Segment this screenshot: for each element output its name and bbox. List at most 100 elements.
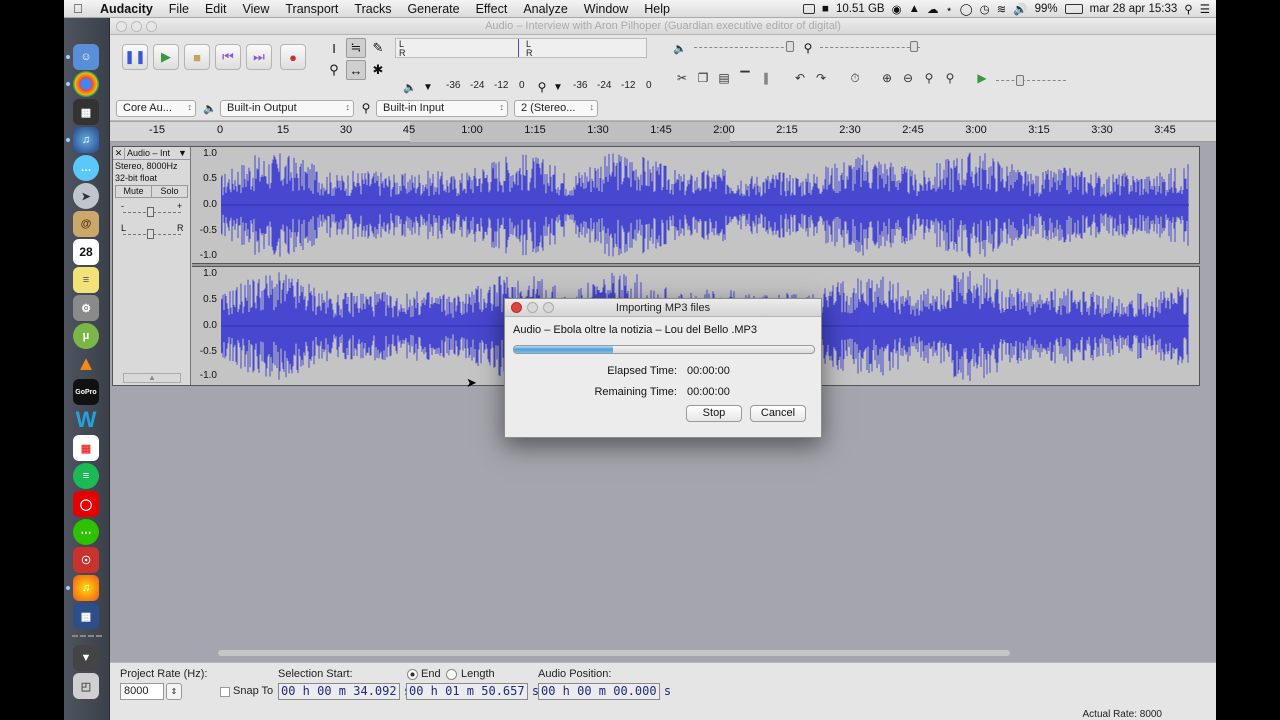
finder-icon[interactable]: ☺ bbox=[73, 44, 99, 70]
gauge-icon[interactable]: ◉ bbox=[892, 2, 902, 16]
envelope-tool-icon[interactable]: ≒ bbox=[346, 38, 366, 58]
record-button[interactable]: ● bbox=[280, 44, 306, 70]
copy-icon[interactable]: ❐ bbox=[693, 68, 713, 88]
project-rate-input[interactable]: 8000 bbox=[120, 683, 164, 700]
trash-icon[interactable]: ◰ bbox=[73, 673, 99, 699]
wordpress-icon[interactable]: W bbox=[73, 407, 99, 433]
cut-icon[interactable]: ✂ bbox=[672, 68, 692, 88]
output-volume-thumb[interactable] bbox=[786, 41, 794, 52]
track-close-button[interactable]: ✕ bbox=[113, 147, 125, 159]
notification-center-icon[interactable]: ☰ bbox=[1200, 2, 1210, 16]
clock-icon[interactable]: ◷ bbox=[980, 2, 990, 16]
menu-generate[interactable]: Generate bbox=[399, 2, 467, 16]
fit-selection-icon[interactable]: ⚲ bbox=[919, 68, 939, 88]
utorrent-icon[interactable]: μ bbox=[73, 323, 99, 349]
chat-icon[interactable]: ◯ bbox=[960, 2, 973, 16]
output-device-select[interactable]: Built-in Output bbox=[220, 100, 354, 117]
menu-help[interactable]: Help bbox=[636, 2, 678, 16]
end-radio[interactable] bbox=[407, 669, 418, 680]
sync-lock-icon[interactable]: ⏱ bbox=[845, 68, 865, 88]
fit-project-icon[interactable]: ⚲ bbox=[940, 68, 960, 88]
spotlight-search-icon[interactable]: ⚲ bbox=[1184, 2, 1192, 16]
draw-tool-icon[interactable]: ✎ bbox=[368, 38, 388, 58]
zoom-in-icon[interactable]: ⊕ bbox=[877, 68, 897, 88]
playback-meter-menu-icon[interactable]: ▼ bbox=[418, 77, 438, 97]
input-device-select[interactable]: Built-in Input bbox=[376, 100, 508, 117]
apple-menu-icon[interactable]:  bbox=[64, 1, 92, 16]
redo-icon[interactable]: ↷ bbox=[811, 68, 831, 88]
battery-icon[interactable] bbox=[1064, 4, 1083, 14]
multi-tool-icon[interactable]: ✱ bbox=[368, 60, 388, 80]
pause-button[interactable]: ❚❚ bbox=[122, 44, 148, 70]
gain-slider[interactable]: - + bbox=[113, 199, 190, 223]
chrome-icon[interactable] bbox=[73, 71, 99, 97]
disk-free-label[interactable]: 10.51 GB bbox=[836, 3, 885, 15]
dialog-close-button[interactable] bbox=[511, 302, 522, 313]
photo-app-icon[interactable]: ▦ bbox=[73, 603, 99, 629]
input-channels-select[interactable]: 2 (Stereo... bbox=[514, 100, 598, 117]
apps-grid-icon[interactable]: ▦ bbox=[73, 435, 99, 461]
input-volume-thumb[interactable] bbox=[910, 41, 918, 52]
vertical-scale-right-channel[interactable]: 1.0 0.5 0.0 -0.5 -1.0 bbox=[192, 267, 220, 385]
waveform-left-channel[interactable] bbox=[221, 147, 1197, 263]
paste-icon[interactable]: ▤ bbox=[714, 68, 734, 88]
menu-tracks[interactable]: Tracks bbox=[346, 2, 399, 16]
globe-app-icon[interactable]: ☉ bbox=[73, 547, 99, 573]
wechat-icon[interactable]: ⋯ bbox=[73, 519, 99, 545]
vodafone-icon[interactable]: ◯ bbox=[73, 491, 99, 517]
hat-icon[interactable]: ▲ bbox=[909, 3, 920, 15]
wifi-icon[interactable]: ≋ bbox=[997, 2, 1007, 16]
zoom-tool-icon[interactable]: ⚲ bbox=[324, 60, 344, 80]
pan-slider[interactable]: L R bbox=[113, 223, 190, 245]
timeline-ruler[interactable]: -15 0 15 30 45 1:00 1:15 1:30 1:45 2:00 2:15 2:30 2:… bbox=[110, 122, 1216, 142]
mute-button[interactable]: Mute bbox=[116, 186, 152, 197]
project-rate-stepper[interactable]: ⇕ bbox=[166, 683, 182, 700]
claquette-icon[interactable]: ▦ bbox=[73, 99, 99, 125]
zoom-out-icon[interactable]: ⊖ bbox=[898, 68, 918, 88]
menu-view[interactable]: View bbox=[235, 2, 278, 16]
snap-to-checkbox[interactable] bbox=[220, 687, 230, 697]
record-meter-menu-icon[interactable]: ▼ bbox=[548, 77, 568, 97]
vertical-scale-left-channel[interactable]: 1.0 0.5 0.0 -0.5 -1.0 bbox=[192, 147, 220, 263]
menu-file[interactable]: File bbox=[161, 2, 197, 16]
silence-icon[interactable]: ∥ bbox=[756, 68, 776, 88]
track-menu-chevron-icon[interactable]: ▼ bbox=[178, 148, 190, 158]
track-name[interactable]: Audio – Int bbox=[125, 148, 178, 158]
skip-to-start-button[interactable]: ⏮ bbox=[215, 44, 241, 70]
collapse-track-icon[interactable]: ▲ bbox=[123, 373, 181, 383]
rocket-icon[interactable]: ➤ bbox=[73, 183, 99, 209]
play-speed-thumb[interactable] bbox=[1016, 75, 1024, 86]
solo-button[interactable]: Solo bbox=[152, 186, 187, 197]
time-shift-tool-icon[interactable]: ↔ bbox=[346, 60, 366, 80]
trim-icon[interactable]: ▔ bbox=[735, 68, 755, 88]
messages-icon[interactable]: … bbox=[73, 155, 99, 181]
clock-text[interactable]: mar 28 apr 15:33 bbox=[1090, 3, 1178, 15]
vlc-icon[interactable]: ▲ bbox=[73, 351, 99, 377]
screen-record-icon[interactable] bbox=[803, 4, 816, 14]
menu-effect[interactable]: Effect bbox=[468, 2, 516, 16]
menu-app-audacity[interactable]: Audacity bbox=[92, 2, 161, 16]
bluetooth-icon[interactable]: ⋆ bbox=[946, 2, 953, 16]
menu-edit[interactable]: Edit bbox=[197, 2, 235, 16]
cancel-import-button[interactable]: Cancel bbox=[750, 405, 806, 422]
menu-transport[interactable]: Transport bbox=[277, 2, 346, 16]
battery-percent[interactable]: 99% bbox=[1035, 3, 1058, 15]
spotify-icon[interactable]: ≡ bbox=[73, 463, 99, 489]
cloud-icon[interactable]: ☁ bbox=[927, 2, 939, 16]
contacts-icon[interactable]: @ bbox=[73, 211, 99, 237]
selection-tool-icon[interactable]: I bbox=[324, 38, 344, 58]
system-preferences-icon[interactable]: ⚙ bbox=[73, 295, 99, 321]
audio-position-time[interactable]: 00 h 00 m 00.000 s bbox=[538, 683, 671, 700]
playback-meter[interactable]: L R L R bbox=[395, 38, 647, 58]
play-button[interactable]: ▶ bbox=[153, 44, 179, 70]
play-at-speed-icon[interactable]: ▶ bbox=[972, 68, 992, 88]
skip-to-end-button[interactable]: ⏭ bbox=[246, 44, 272, 70]
undo-icon[interactable]: ↶ bbox=[790, 68, 810, 88]
disk-icon[interactable]: ■ bbox=[822, 3, 829, 15]
menu-analyze[interactable]: Analyze bbox=[515, 2, 575, 16]
selection-end-time[interactable]: 00 h 01 m 50.657 s bbox=[406, 683, 539, 700]
stop-button[interactable]: ■ bbox=[184, 44, 210, 70]
play-speed-slider[interactable] bbox=[996, 80, 1066, 81]
itunes-icon[interactable]: ♫ bbox=[73, 127, 99, 153]
stop-import-button[interactable]: Stop bbox=[686, 405, 742, 422]
